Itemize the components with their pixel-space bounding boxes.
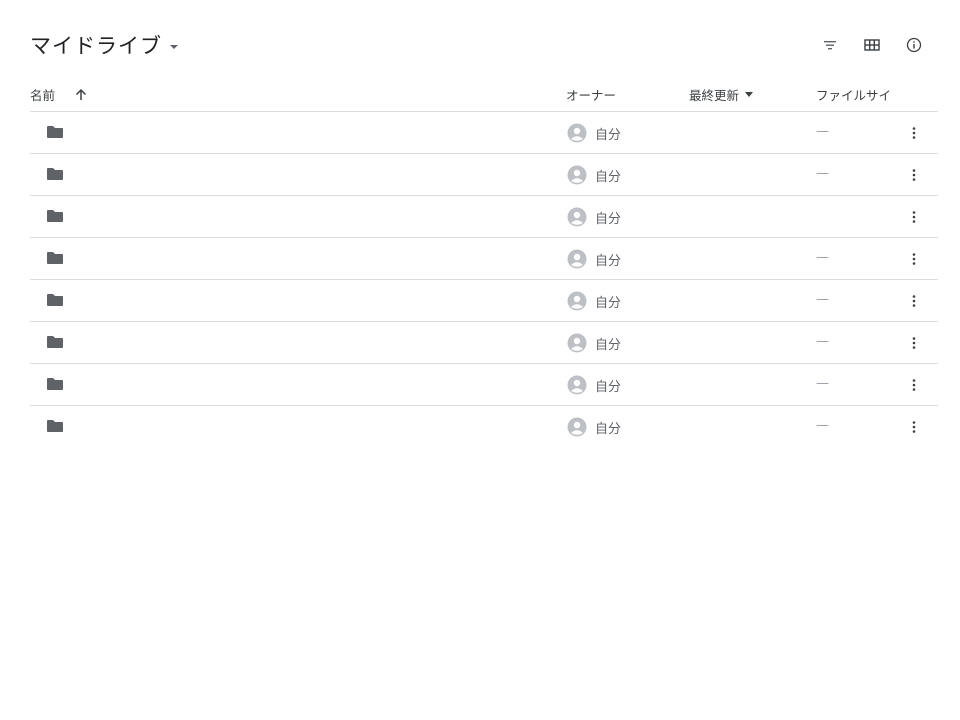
- more-vert-icon: [912, 421, 916, 433]
- owner-name: 自分: [595, 337, 622, 353]
- more-vert-icon: [912, 127, 916, 139]
- owner-column-label: オーナー: [566, 87, 617, 103]
- owner-cell: 自分: [567, 416, 621, 438]
- file-row[interactable]: 自分 —: [30, 154, 938, 196]
- avatar-icon: [567, 249, 587, 269]
- size-column-label: ファイルサイ: [816, 87, 892, 103]
- owner-name: 自分: [595, 421, 622, 437]
- file-size: —: [816, 334, 829, 349]
- dropdown-caret-icon: [170, 44, 178, 49]
- more-actions-button[interactable]: [904, 373, 924, 397]
- avatar-icon: [567, 375, 587, 395]
- avatar-icon: [567, 333, 587, 353]
- more-actions-button[interactable]: [904, 247, 924, 271]
- avatar-icon: [567, 291, 587, 311]
- file-row[interactable]: 自分 —: [30, 238, 938, 280]
- file-row[interactable]: 自分 —: [30, 364, 938, 406]
- more-vert-icon: [912, 379, 916, 391]
- grid-view-icon: [864, 39, 880, 51]
- owner-name: 自分: [595, 295, 622, 311]
- folder-icon: [47, 168, 63, 180]
- more-actions-button[interactable]: [904, 121, 924, 145]
- filter-button[interactable]: [818, 33, 842, 57]
- modified-column-header[interactable]: 最終更新: [689, 80, 754, 108]
- my-drive-menu-button[interactable]: マイドライブ: [30, 30, 178, 60]
- folder-icon: [47, 420, 63, 432]
- folder-icon: [47, 210, 63, 222]
- sort-ascending-arrow-icon[interactable]: [75, 88, 87, 101]
- file-list: 自分 — 自分 — 自分 自分 — 自分 — 自分 — 自分 — 自分 —: [30, 112, 938, 447]
- folder-icon: [47, 252, 63, 264]
- drive-header: マイドライブ: [0, 0, 960, 86]
- more-actions-button[interactable]: [904, 205, 924, 229]
- avatar-icon: [567, 123, 587, 143]
- owner-name: 自分: [595, 211, 622, 227]
- file-row[interactable]: 自分 —: [30, 112, 938, 154]
- more-vert-icon: [912, 295, 916, 307]
- modified-column-label: 最終更新: [689, 87, 740, 103]
- file-size: —: [816, 124, 829, 139]
- folder-icon: [47, 378, 63, 390]
- more-vert-icon: [912, 253, 916, 265]
- info-button[interactable]: [902, 33, 926, 57]
- owner-cell: 自分: [567, 122, 621, 144]
- file-size: —: [816, 166, 829, 181]
- folder-icon: [47, 294, 63, 306]
- file-size: —: [816, 250, 829, 265]
- more-actions-button[interactable]: [904, 163, 924, 187]
- owner-name: 自分: [595, 253, 622, 269]
- owner-cell: 自分: [567, 206, 621, 228]
- sort-caret-icon: [745, 91, 754, 97]
- folder-icon: [47, 126, 63, 138]
- owner-cell: 自分: [567, 290, 621, 312]
- file-size: —: [816, 418, 829, 433]
- info-icon: [906, 37, 922, 53]
- name-column-header[interactable]: 名前: [30, 80, 87, 108]
- file-row[interactable]: 自分 —: [30, 322, 938, 364]
- more-actions-button[interactable]: [904, 415, 924, 439]
- avatar-icon: [567, 417, 587, 437]
- more-vert-icon: [912, 211, 916, 223]
- name-column-label: 名前: [30, 87, 56, 103]
- file-row[interactable]: 自分 —: [30, 406, 938, 447]
- file-row[interactable]: 自分: [30, 196, 938, 238]
- more-actions-button[interactable]: [904, 331, 924, 355]
- file-size: —: [816, 376, 829, 391]
- size-column-header[interactable]: ファイルサイ: [816, 80, 891, 108]
- page-title: マイドライブ: [30, 34, 162, 58]
- owner-cell: 自分: [567, 164, 621, 186]
- owner-cell: 自分: [567, 374, 621, 396]
- avatar-icon: [567, 165, 587, 185]
- grid-view-button[interactable]: [860, 33, 884, 57]
- owner-name: 自分: [595, 379, 622, 395]
- filter-icon: [824, 41, 836, 50]
- owner-name: 自分: [595, 127, 622, 143]
- file-size: —: [816, 292, 829, 307]
- more-vert-icon: [912, 169, 916, 181]
- owner-name: 自分: [595, 169, 622, 185]
- owner-cell: 自分: [567, 332, 621, 354]
- more-actions-button[interactable]: [904, 289, 924, 313]
- avatar-icon: [567, 207, 587, 227]
- column-header-row: 名前 オーナー 最終更新 ファイルサイ: [30, 80, 938, 112]
- owner-cell: 自分: [567, 248, 621, 270]
- file-row[interactable]: 自分 —: [30, 280, 938, 322]
- folder-icon: [47, 336, 63, 348]
- owner-column-header: オーナー: [566, 80, 616, 108]
- more-vert-icon: [912, 337, 916, 349]
